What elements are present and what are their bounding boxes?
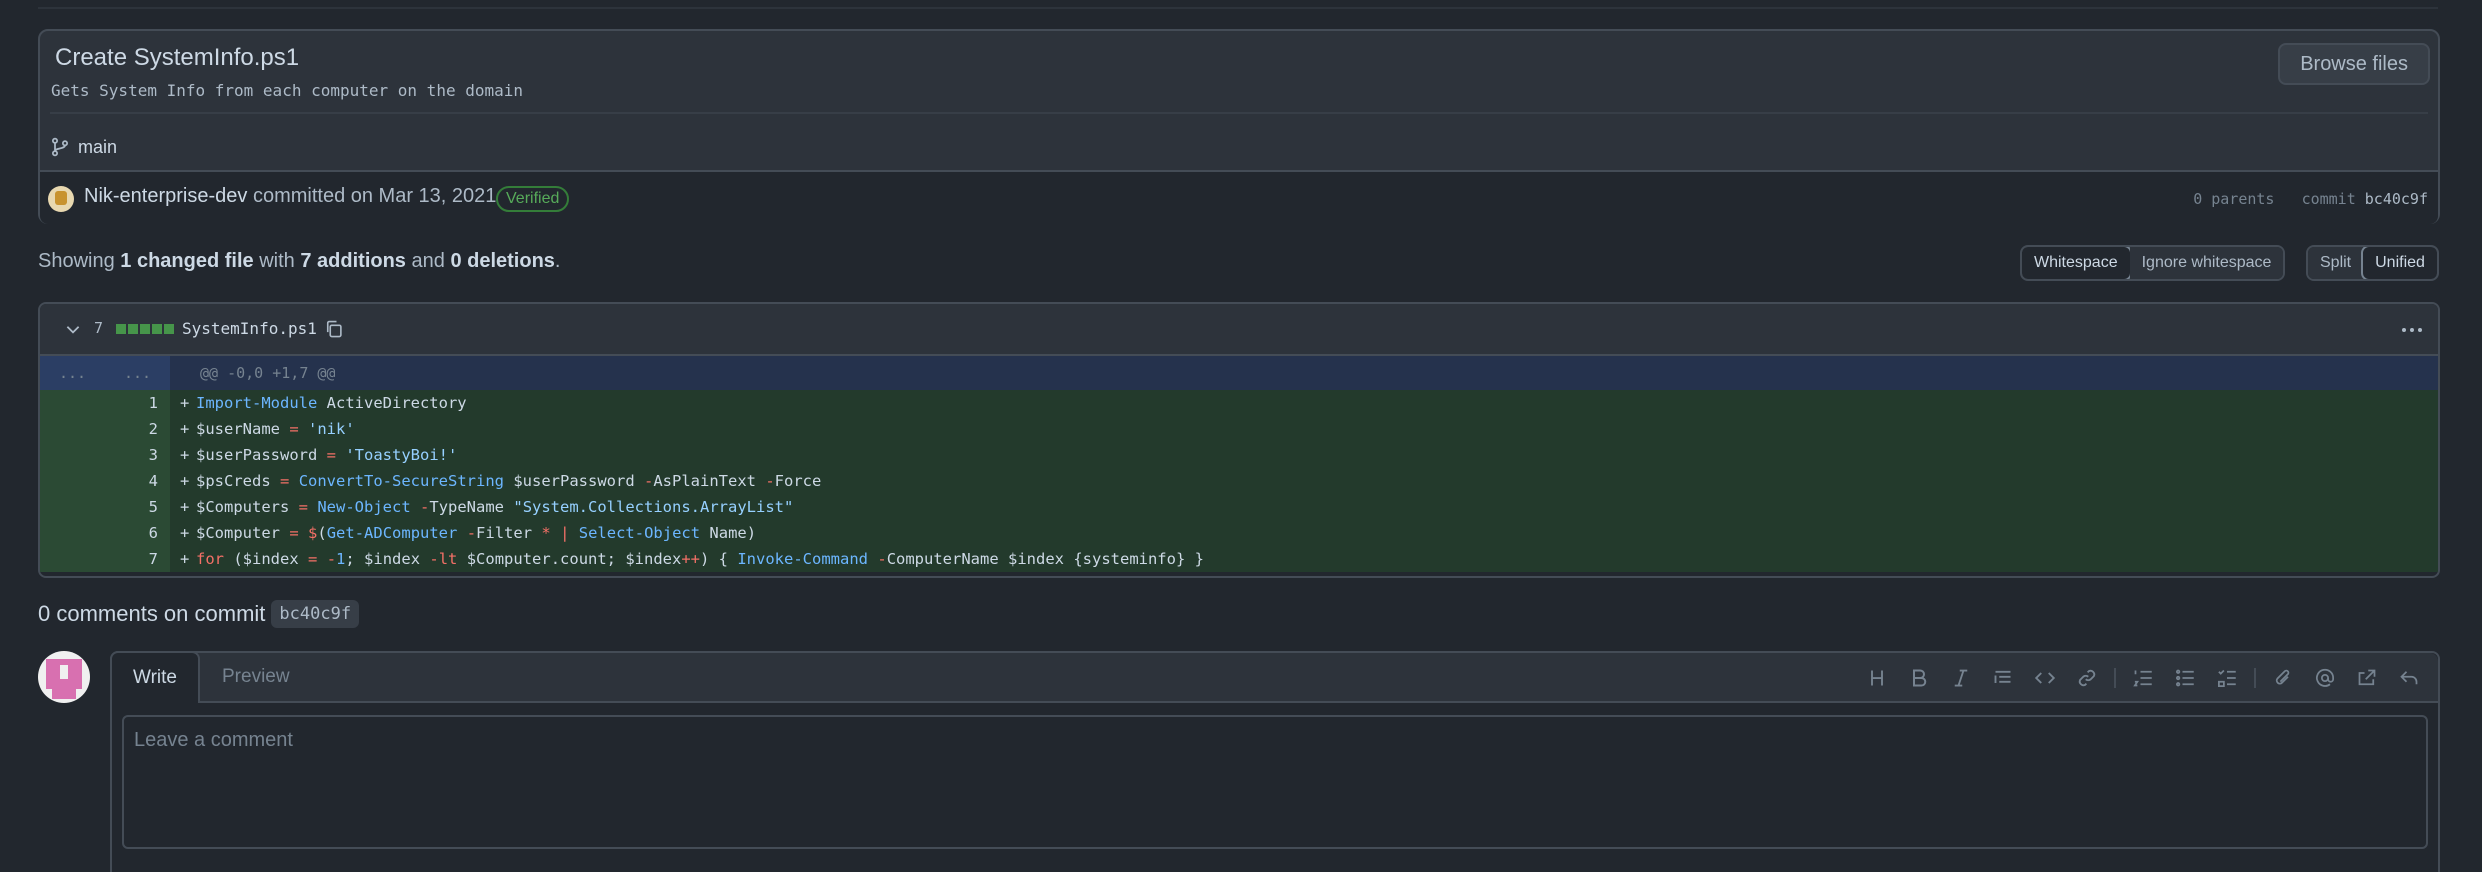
bold-icon[interactable] xyxy=(1898,665,1940,691)
unified-button[interactable]: Unified xyxy=(2361,247,2437,279)
split-button[interactable]: Split xyxy=(2308,247,2364,279)
kebab-horizontal-icon[interactable] xyxy=(2402,328,2422,332)
commit-meta: Nik-enterprise-dev committed on Mar 13, … xyxy=(40,170,2438,224)
deletions-count: 0 deletions xyxy=(450,250,555,272)
file-header: 7 SystemInfo.ps1 xyxy=(40,304,2438,356)
toolbar-divider xyxy=(2114,668,2116,688)
parents-count: 0 parents xyxy=(2193,190,2275,208)
diff-line: 4 + $psCreds = ConvertTo-SecureString $u… xyxy=(40,468,2438,494)
branch-indicator[interactable]: main xyxy=(50,136,117,158)
quote-icon[interactable] xyxy=(1982,665,2024,691)
file-diff: 7 SystemInfo.ps1 ... ... @@ -0,0 +1,7 @@… xyxy=(38,302,2440,578)
diff-line: 6 + $Computer = $(Get-ADComputer -Filter… xyxy=(40,520,2438,546)
diff-summary: Showing 1 changed file with 7 additions … xyxy=(38,250,560,273)
chevron-down-icon[interactable] xyxy=(64,320,82,338)
hunk-header: ... ... @@ -0,0 +1,7 @@ xyxy=(40,356,2438,390)
diff-line: 7 + for ($index = -1; $index -lt $Comput… xyxy=(40,546,2438,572)
user-avatar[interactable] xyxy=(38,651,90,703)
editor-header: Write Preview xyxy=(110,651,2438,703)
toolbar-divider xyxy=(2254,668,2256,688)
comments-count: 0 comments on commit xyxy=(38,601,266,626)
attach-icon[interactable] xyxy=(2262,665,2304,691)
diff-line: 1 + Import-Module ActiveDirectory xyxy=(40,390,2438,416)
summary-with: with xyxy=(259,250,295,272)
summary-suffix: . xyxy=(554,250,561,272)
diff-line: 5 + $Computers = New-Object -TypeName "S… xyxy=(40,494,2438,520)
heading-icon[interactable] xyxy=(1856,665,1898,691)
diff-line: 2 + $userName = 'nik' xyxy=(40,416,2438,442)
diff-line: 3 + $userPassword = 'ToastyBoi!' xyxy=(40,442,2438,468)
commit-title: Create SystemInfo.ps1 xyxy=(55,44,300,71)
mention-icon[interactable] xyxy=(2304,665,2346,691)
comment-editor: Write Preview Leave a comment xyxy=(110,651,2440,872)
whitespace-button[interactable]: Whitespace xyxy=(2022,247,2132,279)
git-branch-icon xyxy=(51,137,69,157)
summary-prefix: Showing xyxy=(38,250,115,272)
committed-date: committed on Mar 13, 2021 xyxy=(252,185,497,207)
commit-sha-pill: bc40c9f xyxy=(271,600,360,628)
line-number[interactable]: 1 xyxy=(105,390,170,416)
italic-icon[interactable] xyxy=(1940,665,1982,691)
line-number[interactable]: 5 xyxy=(105,494,170,520)
markdown-toolbar xyxy=(1856,665,2430,691)
link-icon[interactable] xyxy=(2066,665,2108,691)
line-number[interactable]: 2 xyxy=(105,416,170,442)
author-avatar[interactable] xyxy=(48,186,74,212)
author-link[interactable]: Nik-enterprise-dev xyxy=(84,185,247,207)
commit-author-line: Nik-enterprise-dev committed on Mar 13, … xyxy=(84,185,496,208)
ordered-list-icon[interactable] xyxy=(2122,665,2164,691)
ignore-whitespace-button[interactable]: Ignore whitespace xyxy=(2129,247,2284,279)
whitespace-toggle: Whitespace Ignore whitespace xyxy=(2020,245,2286,281)
line-number[interactable]: 7 xyxy=(105,546,170,572)
task-list-icon[interactable] xyxy=(2206,665,2248,691)
line-number[interactable]: 4 xyxy=(105,468,170,494)
commit-separator xyxy=(50,112,2428,114)
reference-icon[interactable] xyxy=(2346,665,2388,691)
commit-refs: 0 parents commit bc40c9f xyxy=(2193,190,2428,208)
diff-view-toggle: Split Unified xyxy=(2306,245,2439,281)
line-number[interactable]: 6 xyxy=(105,520,170,546)
comment-textarea[interactable]: Leave a comment xyxy=(122,715,2428,849)
commit-header: Create SystemInfo.ps1 Gets System Info f… xyxy=(38,29,2440,224)
comments-heading: 0 comments on commit bc40c9f xyxy=(38,600,360,628)
file-name-link[interactable]: SystemInfo.ps1 xyxy=(182,319,317,338)
commit-sha: bc40c9f xyxy=(2364,190,2428,208)
commit-description: Gets System Info from each computer on t… xyxy=(51,81,524,100)
changed-files-count: 1 changed file xyxy=(120,250,254,272)
top-divider xyxy=(38,7,2438,9)
additions-count: 7 additions xyxy=(300,250,406,272)
code-icon[interactable] xyxy=(2024,665,2066,691)
hunk-range: @@ -0,0 +1,7 @@ xyxy=(200,364,336,382)
diffstat-bars xyxy=(116,324,174,334)
expand-down-button[interactable]: ... xyxy=(105,356,170,390)
unordered-list-icon[interactable] xyxy=(2164,665,2206,691)
reply-icon[interactable] xyxy=(2388,665,2430,691)
summary-and: and xyxy=(411,250,445,272)
commit-label: commit xyxy=(2301,190,2356,208)
browse-files-button[interactable]: Browse files xyxy=(2278,43,2430,85)
diff-change-count: 7 xyxy=(94,319,104,337)
line-number[interactable]: 3 xyxy=(105,442,170,468)
tab-write[interactable]: Write xyxy=(110,651,200,703)
tab-preview[interactable]: Preview xyxy=(222,666,290,688)
copy-icon[interactable] xyxy=(324,318,344,340)
branch-name: main xyxy=(78,136,118,157)
expand-up-button[interactable]: ... xyxy=(40,356,105,390)
verified-badge[interactable]: Verified xyxy=(496,186,570,212)
